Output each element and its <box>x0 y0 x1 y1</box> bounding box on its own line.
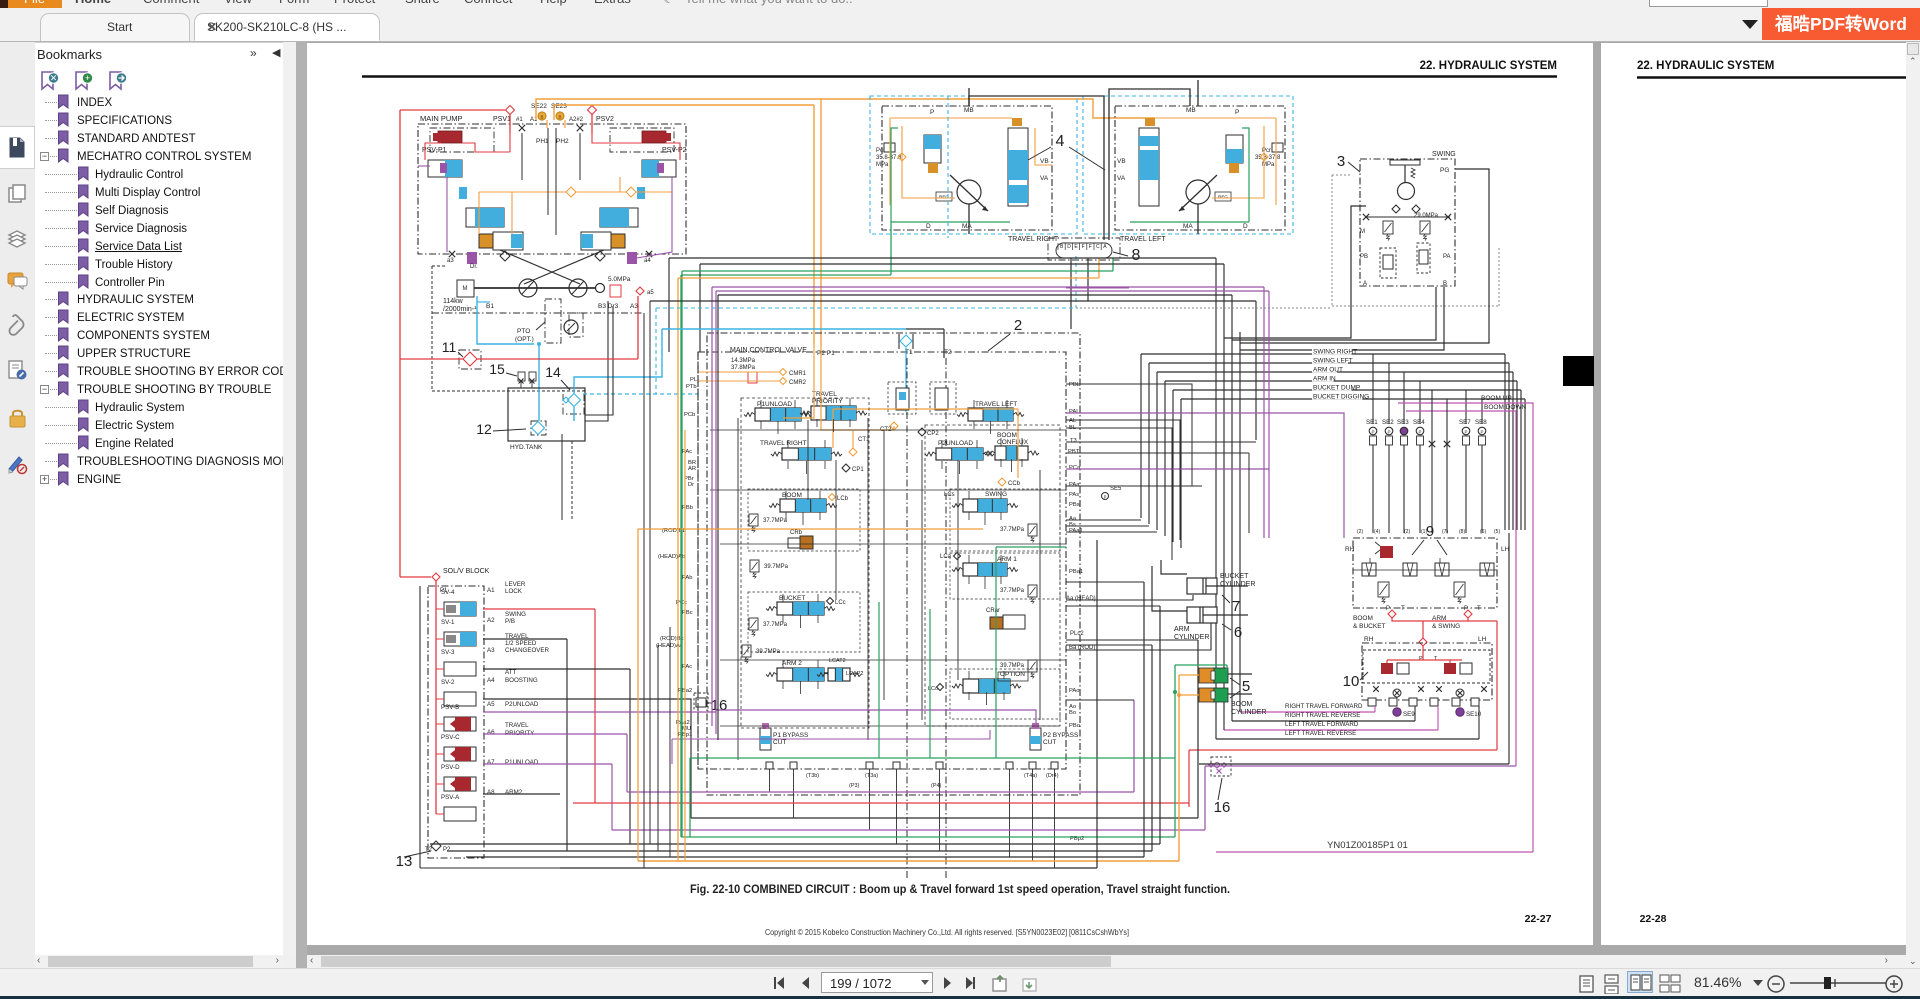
svg-text:+: + <box>85 73 90 83</box>
svg-text:✕: ✕ <box>50 73 58 83</box>
